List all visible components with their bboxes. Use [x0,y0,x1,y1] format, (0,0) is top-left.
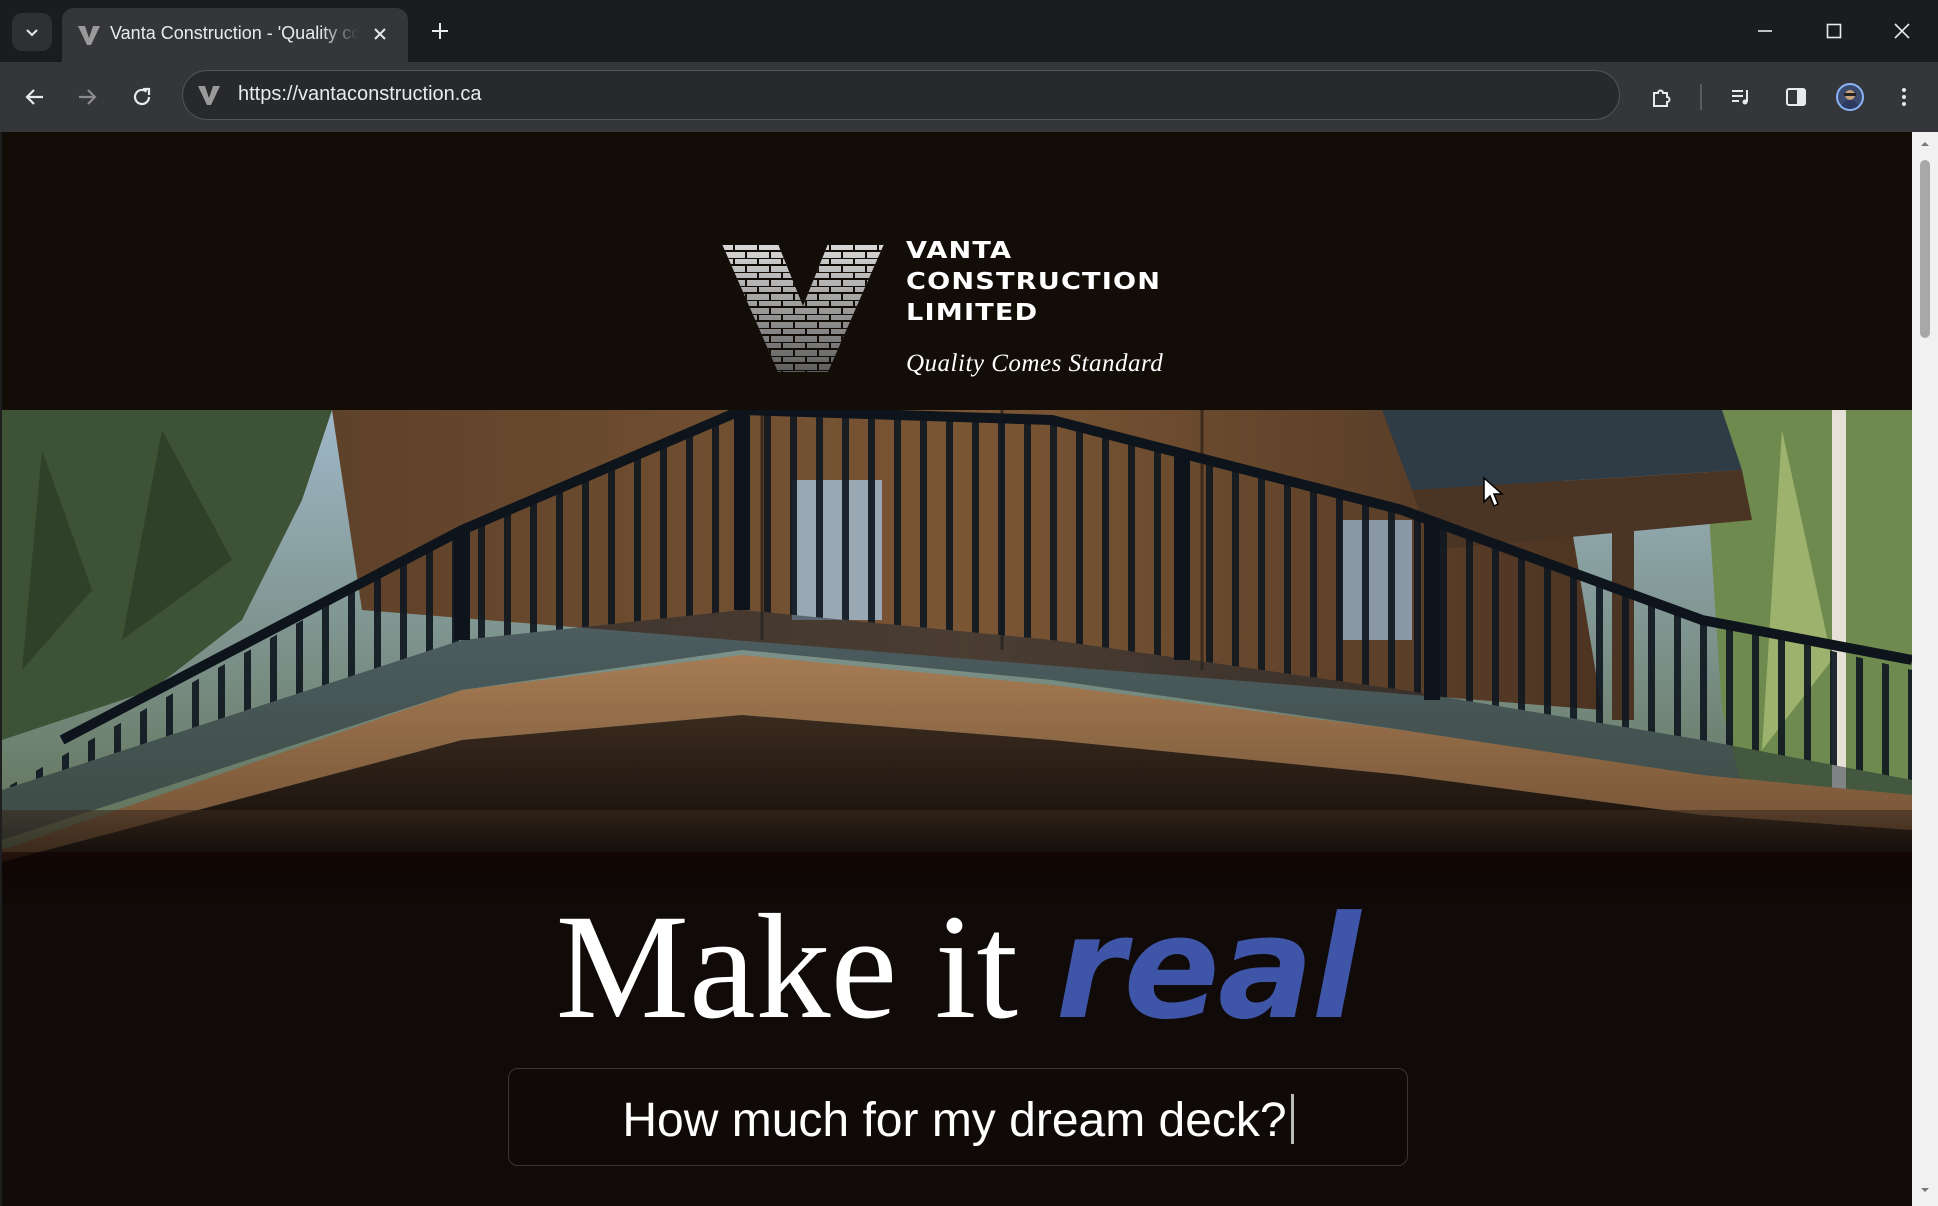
page-scrollbar[interactable] [1912,132,1938,1206]
reload-button[interactable] [123,78,161,116]
side-panel-icon [1786,88,1806,106]
browser-toolbar: https://vantaconstruction.ca [0,62,1938,132]
tab-search-button[interactable] [12,13,52,51]
brand-name-line-3: LIMITED [906,300,1039,326]
extensions-button[interactable] [1643,78,1681,116]
tab-title: Vanta Construction - 'Quality comes stan… [110,23,358,43]
puzzle-icon [1653,89,1671,107]
hero-deck-photo [2,410,1912,862]
mouse-cursor-icon [1483,476,1504,508]
address-bar[interactable]: https://vantaconstruction.ca [182,70,1620,120]
profile-button[interactable] [1831,78,1869,116]
browser-menu-button[interactable] [1885,78,1923,116]
browser-tab-active[interactable]: Vanta Construction - 'Quality comes stan… [62,8,408,62]
url-text[interactable]: https://vantaconstruction.ca [238,83,481,106]
scroll-up-arrow-icon[interactable] [1919,138,1931,150]
media-control-icon [1732,90,1748,105]
brand-tagline: Quality Comes Standard [906,350,1164,377]
close-window-icon [1894,23,1910,39]
arrow-right-icon [79,89,97,105]
headline-accent-text: real [1055,886,1361,1051]
site-info-icon[interactable] [196,82,222,108]
typing-caret [1290,1094,1294,1144]
arrow-left-icon [25,89,43,105]
scrollbar-thumb[interactable] [1920,160,1930,338]
avatar [1836,83,1864,111]
scroll-down-arrow-icon[interactable] [1919,1184,1931,1196]
site-header: VANTA CONSTRUCTION LIMITED Quality Comes… [2,132,1912,410]
close-window-button[interactable] [1882,12,1922,50]
back-button[interactable] [16,78,54,116]
brand-name-line-2: CONSTRUCTION [906,269,1162,295]
side-panel-button[interactable] [1777,78,1815,116]
vanta-brick-logo-icon[interactable] [722,244,884,372]
quote-prompt: How much for my dream deck? [509,1093,1407,1148]
plus-icon [432,23,448,39]
chevron-down-icon [26,29,38,37]
toolbar-divider [1700,84,1702,110]
close-icon [374,28,386,40]
quote-prompt-text: How much for my dream deck? [622,1094,1287,1147]
maximize-icon [1826,23,1842,39]
maximize-button[interactable] [1814,12,1854,50]
tab-close-button[interactable] [368,22,392,46]
web-page: VANTA CONSTRUCTION LIMITED Quality Comes… [2,132,1912,1206]
tab-strip: Vanta Construction - 'Quality comes stan… [0,0,1938,62]
forward-button[interactable] [68,78,106,116]
headline-main-text: Make it [555,884,1056,1050]
kebab-menu-icon [1902,88,1906,106]
browser-chrome: Vanta Construction - 'Quality comes stan… [0,0,1938,132]
media-control-button[interactable] [1722,78,1760,116]
brand-name-line-1: VANTA [906,238,1013,264]
hero-headline: Make it real [2,892,1912,1044]
minimize-button[interactable] [1745,12,1785,50]
new-tab-button[interactable] [425,16,455,46]
dream-deck-quote-box[interactable]: How much for my dream deck? [508,1068,1408,1166]
vanta-favicon-icon [78,26,100,45]
reload-icon [133,87,151,106]
minimize-icon [1758,30,1772,32]
